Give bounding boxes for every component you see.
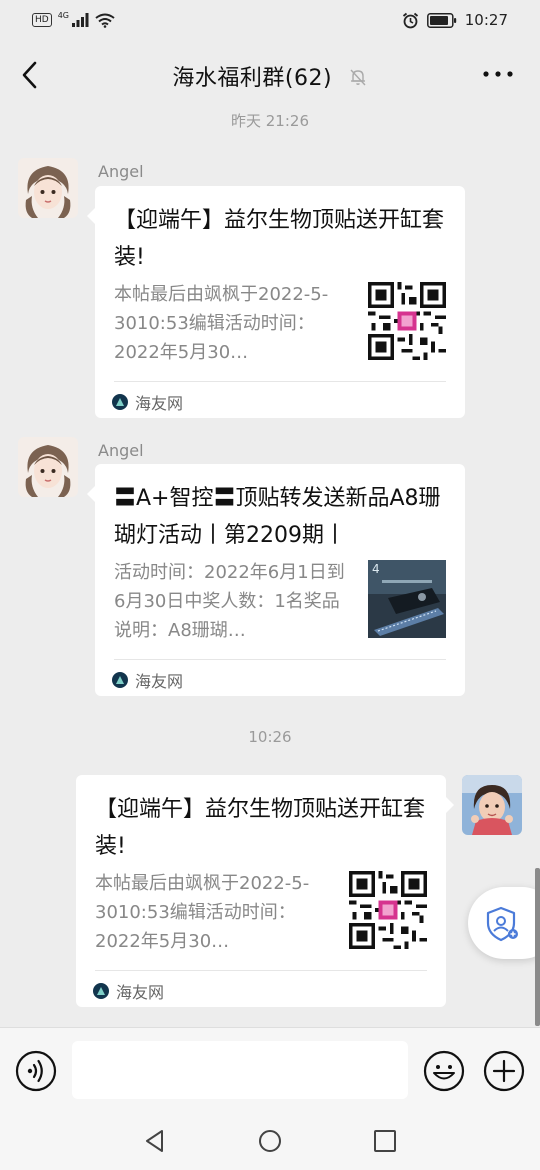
card-title: 【迎端午】益尔生物顶贴送开缸套装!	[114, 208, 445, 270]
network-label: 4G	[57, 10, 69, 20]
wifi-icon	[95, 13, 115, 28]
card-source: 海友网	[112, 668, 183, 692]
scroll-indicator[interactable]	[535, 868, 540, 1026]
card-title: 〓A+智控〓顶贴转发送新品A8珊 瑚灯活动丨第2209期丨	[114, 486, 441, 548]
card-title: 【迎端午】益尔生物顶贴送开缸套装!	[95, 797, 426, 859]
link-card[interactable]: 【迎端午】益尔生物顶贴送开缸套装! 本帖最后由飒枫于2022-5-3010:53…	[87, 186, 465, 418]
qr-code-thumbnail	[349, 871, 427, 949]
card-divider	[95, 970, 427, 971]
card-source: 海友网	[93, 979, 164, 1003]
source-logo-icon	[93, 983, 109, 999]
card-description: 本帖最后由飒枫于2022-5-3010:53编辑活动时间：2022年5月30…	[95, 873, 310, 952]
floating-security-button[interactable]	[468, 887, 540, 959]
voice-input-button[interactable]	[15, 1050, 57, 1092]
more-functions-button[interactable]	[483, 1050, 525, 1092]
card-divider	[114, 659, 446, 660]
status-right: 10:27	[402, 11, 508, 29]
card-description: 本帖最后由飒枫于2022-5-3010:53编辑活动时间：2022年5月30…	[114, 284, 329, 363]
card-description: 活动时间：2022年6月1日到6月30日中奖人数：1名奖品说明：A8珊瑚…	[114, 562, 345, 641]
mute-bell-icon	[350, 69, 366, 86]
status-bar: HD 4G 10:27	[0, 0, 540, 40]
status-left: HD 4G	[32, 10, 115, 28]
chat-title-wrap: 海水福利群(62)	[0, 60, 540, 92]
alarm-icon	[402, 12, 418, 28]
sender-name: Angel	[98, 162, 144, 181]
sender-avatar[interactable]	[18, 158, 78, 218]
emoji-button[interactable]	[423, 1050, 465, 1092]
sender-name: Angel	[98, 441, 144, 460]
source-logo-icon	[112, 394, 128, 410]
source-name: 海友网	[116, 983, 165, 1002]
qr-code-thumbnail	[368, 282, 446, 360]
source-name: 海友网	[135, 394, 184, 413]
source-logo-icon	[112, 672, 128, 688]
svg-text:4: 4	[372, 562, 380, 576]
chat-header: 海水福利群(62)	[0, 40, 540, 110]
message-input[interactable]	[72, 1041, 408, 1099]
system-recent-apps-button[interactable]	[372, 1128, 398, 1154]
sender-avatar[interactable]	[18, 437, 78, 497]
signal-icon	[72, 13, 89, 27]
link-card[interactable]: 【迎端午】益尔生物顶贴送开缸套装! 本帖最后由飒枫于2022-5-3010:53…	[76, 775, 454, 1007]
more-options-button[interactable]	[482, 64, 514, 84]
chat-title: 海水福利群(62)	[172, 66, 333, 91]
product-thumbnail: 4	[368, 560, 446, 638]
timestamp: 10:26	[248, 728, 292, 746]
input-bar	[0, 1027, 540, 1112]
battery-icon	[426, 12, 456, 28]
shield-user-icon	[486, 906, 518, 942]
system-navigation-bar	[0, 1112, 540, 1170]
timestamp: 昨天 21:26	[231, 112, 309, 130]
card-divider	[114, 381, 446, 382]
status-time: 10:27	[464, 11, 508, 29]
card-source: 海友网	[112, 390, 183, 414]
system-home-button[interactable]	[257, 1128, 283, 1154]
system-back-button[interactable]	[142, 1128, 168, 1154]
source-name: 海友网	[135, 672, 184, 691]
hd-badge: HD	[32, 13, 52, 27]
my-avatar[interactable]	[462, 775, 522, 835]
link-card[interactable]: 〓A+智控〓顶贴转发送新品A8珊 瑚灯活动丨第2209期丨 活动时间：2022年…	[87, 464, 465, 696]
